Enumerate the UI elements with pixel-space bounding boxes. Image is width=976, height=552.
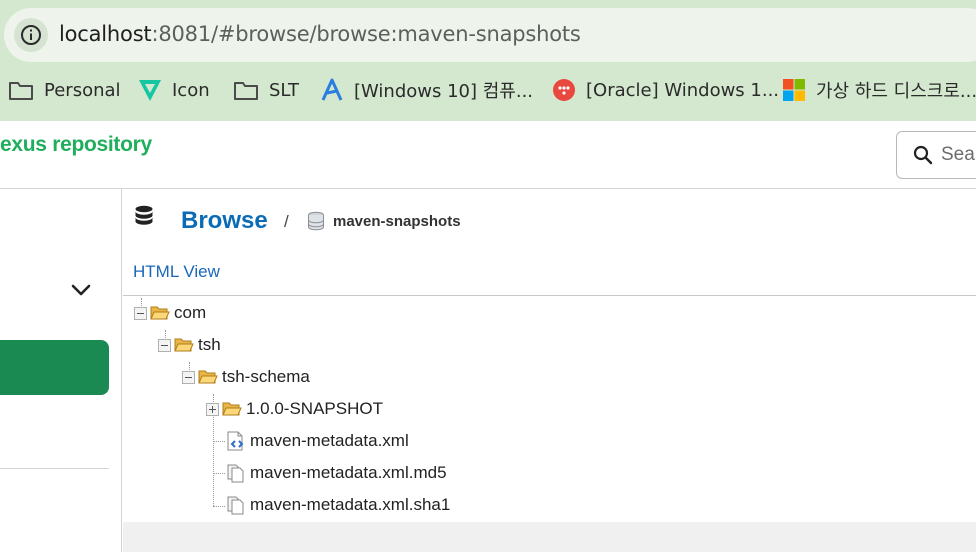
collapse-icon[interactable] (158, 338, 171, 352)
tree-node-maven-metadata-md5[interactable]: maven-metadata.xml.md5 (226, 460, 447, 486)
sidebar-divider (0, 468, 109, 469)
app-header: exus repository Search (0, 121, 976, 189)
xml-file-icon (227, 431, 244, 451)
tree-node-1-0-0-snapshot[interactable]: 1.0.0-SNAPSHOT (206, 396, 383, 422)
browse-header: Browse / maven-snapshots HTML View (123, 189, 976, 296)
microsoft-logo-icon (783, 79, 805, 101)
chevron-down-icon[interactable] (70, 283, 92, 297)
sidebar (0, 189, 122, 552)
browser-chrome: localhost:8081/#browse/browse:maven-snap… (0, 0, 976, 121)
tree-node-label: maven-metadata.xml.sha1 (250, 495, 451, 514)
tree-connector (213, 441, 225, 442)
v-logo-icon (139, 80, 161, 101)
sidebar-active-item[interactable] (0, 340, 109, 395)
html-view-link[interactable]: HTML View (133, 262, 220, 282)
bookmark-windows10[interactable]: [Windows 10] 컴퓨... (320, 73, 533, 107)
red-circle-logo-icon (553, 79, 575, 101)
blue-a-logo-icon (321, 78, 343, 101)
tree-node-label: tsh-schema (222, 367, 310, 386)
folder-icon (9, 82, 33, 100)
bookmark-label: Icon (172, 79, 210, 101)
tree-node-maven-metadata-xml[interactable]: maven-metadata.xml (226, 428, 409, 454)
tree-node-label: maven-metadata.xml.md5 (250, 463, 447, 482)
search-icon (913, 145, 933, 165)
tree-node-label: 1.0.0-SNAPSHOT (246, 399, 383, 418)
expand-icon[interactable] (206, 402, 219, 416)
tree-node-tsh-schema[interactable]: tsh-schema (182, 364, 310, 390)
bookmark-icon[interactable]: Icon (138, 73, 210, 107)
bookmark-virtual-disk[interactable]: 가상 하드 디스크로... (782, 73, 976, 107)
tree-connector (213, 473, 225, 474)
file-icon (227, 496, 244, 515)
tree-node-tsh[interactable]: tsh (158, 332, 221, 358)
folder-open-icon (198, 370, 218, 384)
site-info-icon[interactable] (14, 18, 48, 52)
collapse-icon[interactable] (182, 370, 195, 384)
bookmarks-bar: Personal Icon SLT [Windows 10] 컴퓨... [Or… (0, 73, 976, 107)
url-host: localhost (59, 22, 152, 46)
bookmark-label: Personal (44, 79, 121, 101)
app-logo[interactable]: exus repository (0, 133, 152, 157)
collapse-icon[interactable] (134, 306, 147, 320)
address-bar[interactable]: localhost:8081/#browse/browse:maven-snap… (4, 8, 976, 62)
breadcrumb-repository: maven-snapshots (333, 213, 461, 230)
search-placeholder: Search (941, 144, 976, 165)
tree-node-label: com (174, 303, 207, 322)
database-icon (135, 205, 153, 225)
breadcrumb-separator: / (284, 212, 289, 231)
tree-node-maven-metadata-sha1[interactable]: maven-metadata.xml.sha1 (226, 492, 450, 518)
repository-tree: com tsh tsh-schema 1.0.0-SNAPSHOT maven-… (123, 296, 976, 522)
bookmark-personal[interactable]: Personal (8, 73, 121, 107)
tree-node-label: tsh (198, 335, 221, 354)
folder-open-icon (174, 338, 194, 352)
folder-open-icon (150, 306, 170, 320)
main-panel: Browse / maven-snapshots HTML View com t… (123, 189, 976, 552)
file-icon (227, 464, 244, 483)
bookmark-label: 가상 하드 디스크로... (816, 81, 976, 102)
bookmark-label: [Windows 10] 컴퓨... (354, 81, 534, 102)
folder-icon (234, 82, 258, 100)
search-input[interactable]: Search (896, 131, 976, 179)
url-text[interactable]: localhost:8081/#browse/browse:maven-snap… (59, 22, 581, 46)
bookmark-label: [Oracle] Windows 1... (586, 79, 780, 101)
url-path: :8081/#browse/browse:maven-snapshots (151, 22, 581, 46)
tree-connector (213, 506, 225, 507)
bookmark-label: SLT (269, 79, 299, 101)
tree-node-label: maven-metadata.xml (250, 431, 409, 450)
bookmark-oracle[interactable]: [Oracle] Windows 1... (552, 73, 779, 107)
folder-open-icon (222, 402, 242, 416)
bookmark-slt[interactable]: SLT (233, 73, 299, 107)
page-title[interactable]: Browse (181, 207, 268, 235)
repository-icon (308, 211, 324, 231)
tree-node-com[interactable]: com (134, 300, 206, 326)
